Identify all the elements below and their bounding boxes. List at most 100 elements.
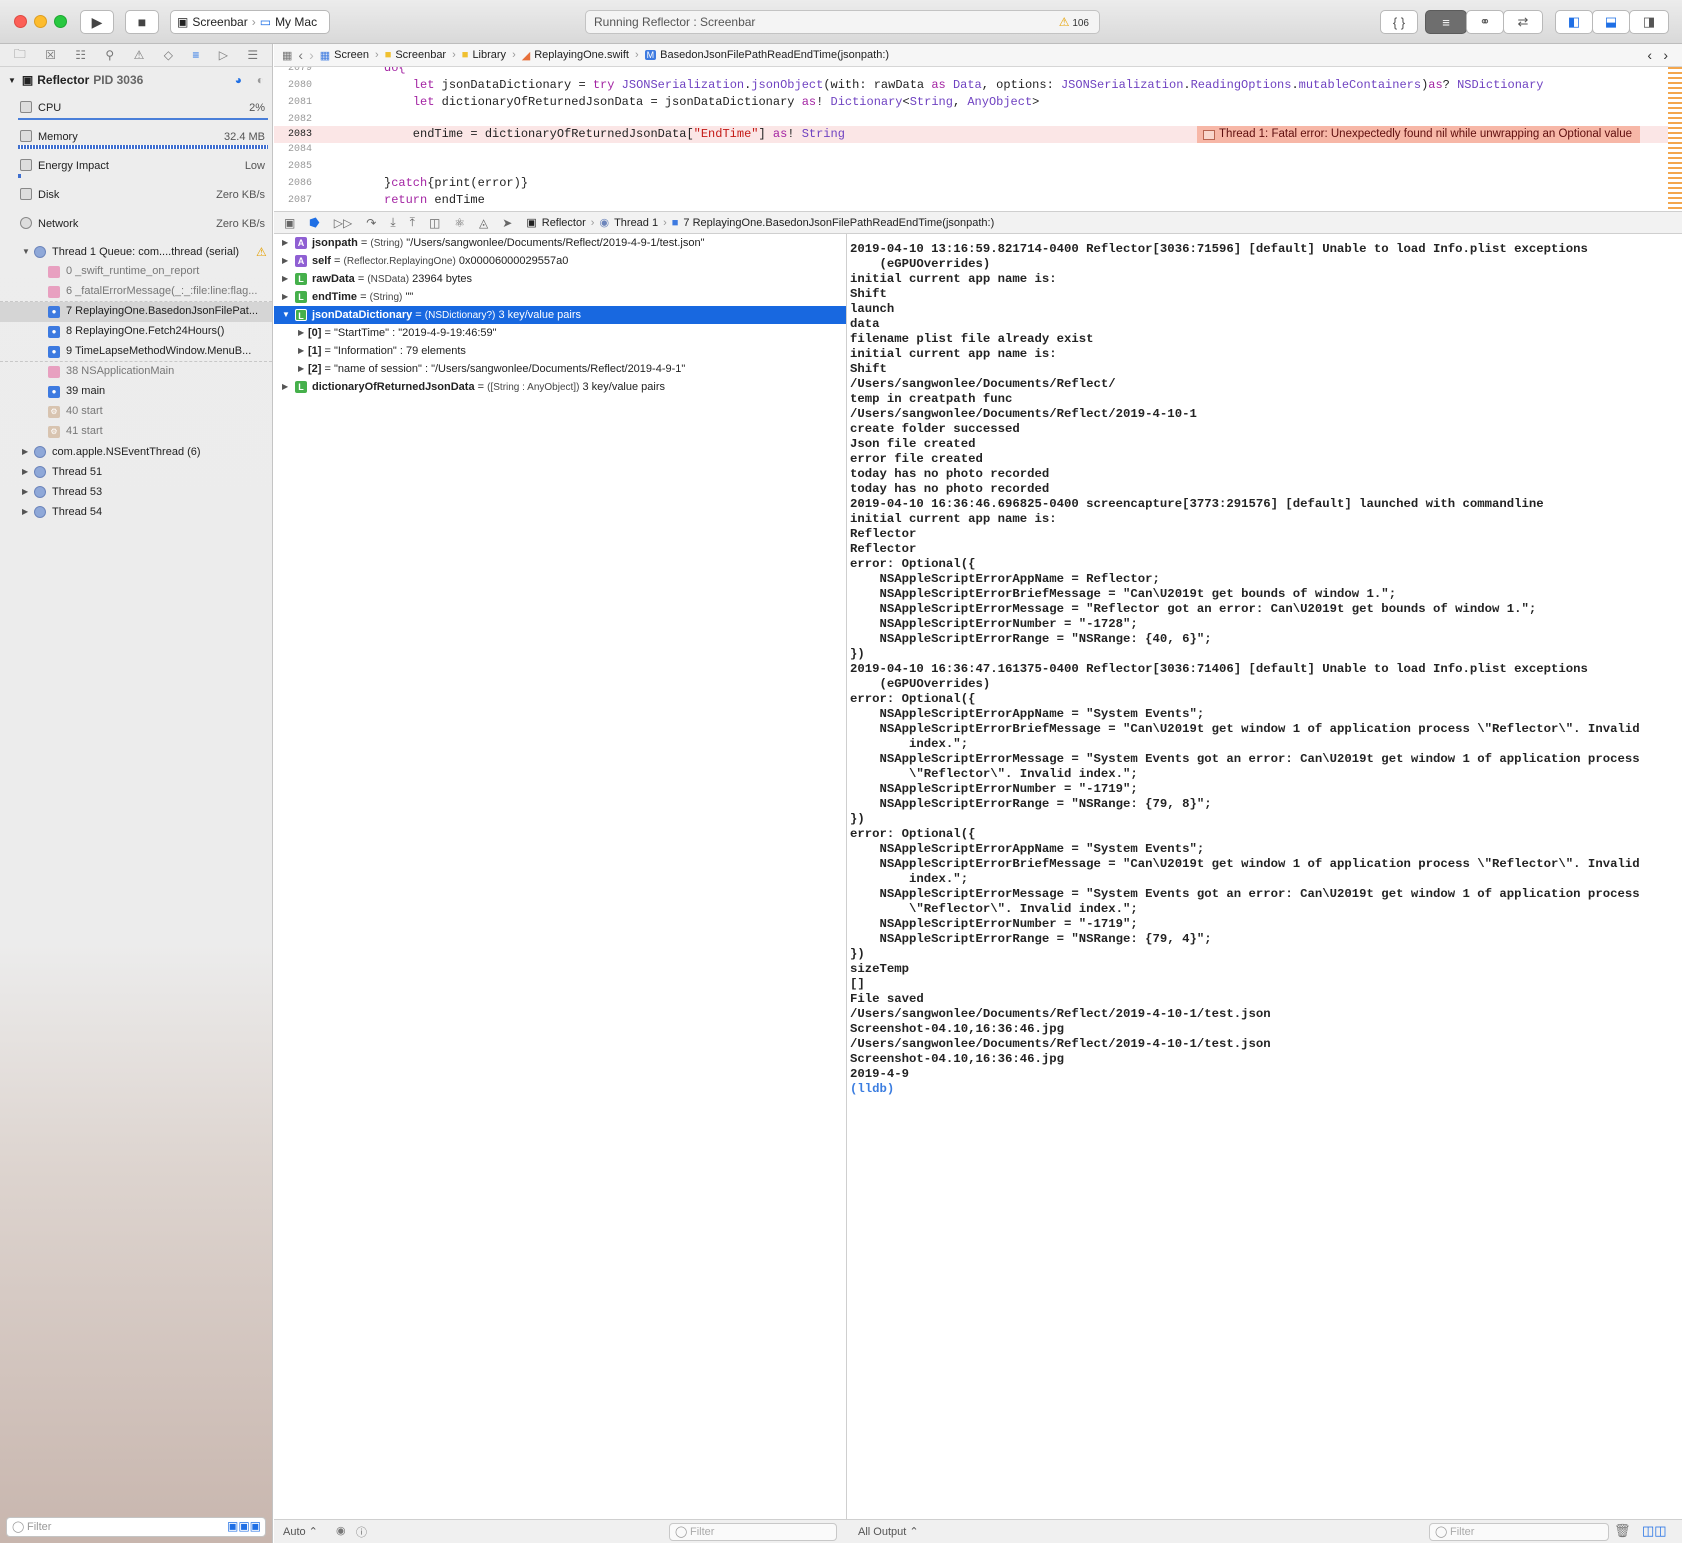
process-row[interactable]: ▼ ▣ Reflector PID 3036 ◕ ◐ bbox=[0, 67, 272, 93]
gauge-network[interactable]: Network Zero KB/s bbox=[0, 209, 272, 238]
disclosure-triangle-icon[interactable]: ▶ bbox=[298, 324, 304, 342]
stack-frame[interactable]: ⚙ 41 start bbox=[0, 422, 272, 442]
disclosure-triangle-icon[interactable]: ▶ bbox=[282, 234, 288, 252]
thread-row[interactable]: ▼ Thread 1 Queue: com....thread (serial)… bbox=[0, 242, 272, 262]
console-output[interactable]: 2019-04-10 13:16:59.821714-0400 Reflecto… bbox=[848, 234, 1682, 1519]
gauge-memory[interactable]: Memory 32.4 MB bbox=[0, 122, 272, 151]
stack-frame[interactable]: ● 8 ReplayingOne.Fetch24Hours() bbox=[0, 322, 272, 342]
continue-icon[interactable]: ▷▷ bbox=[334, 216, 352, 230]
next-issue-icon[interactable]: › bbox=[1663, 47, 1668, 63]
navigator-filter-input[interactable]: ◯ Filter ▣▣▣ bbox=[6, 1517, 266, 1537]
step-into-icon[interactable]: ⤓ bbox=[390, 215, 395, 230]
previous-issue-icon[interactable]: ‹ bbox=[1647, 47, 1652, 63]
hierarchy-icon[interactable]: ☷ bbox=[75, 48, 86, 62]
version-editor-button[interactable]: ⇄ bbox=[1503, 10, 1543, 34]
standard-editor-button[interactable]: ≡ bbox=[1425, 10, 1467, 34]
variable-row[interactable]: ▶ Aself = (Reflector.ReplayingOne) 0x0000… bbox=[274, 252, 846, 270]
toggle-debug-area-button[interactable]: ⬓ bbox=[1592, 10, 1630, 34]
gauge-icon[interactable]: ◕ bbox=[235, 73, 242, 87]
breadcrumb-project[interactable]: ▦ Screen bbox=[320, 49, 369, 62]
eye-icon[interactable]: ◉ bbox=[336, 1524, 346, 1537]
variable-child-row[interactable]: ▶ [0] = "StartTime" : "2019-4-9-19:46:59" bbox=[274, 324, 846, 342]
debug-icon[interactable]: ≡ bbox=[192, 48, 199, 62]
split-pane-icon[interactable]: ◫◫ bbox=[1642, 1523, 1667, 1539]
view-hierarchy-icon[interactable]: ◫ bbox=[429, 216, 440, 230]
variables-filter-input[interactable]: ◯ Filter bbox=[669, 1523, 837, 1541]
breadcrumb-group[interactable]: ■ Library bbox=[462, 49, 506, 61]
disclosure-triangle-icon[interactable]: ▼ bbox=[8, 76, 16, 85]
source-control-icon[interactable]: ☒ bbox=[45, 48, 56, 62]
breadcrumb-folder[interactable]: ■ Screenbar bbox=[385, 49, 446, 61]
disclosure-triangle-icon[interactable]: ▶ bbox=[298, 360, 304, 378]
disclosure-triangle-icon[interactable]: ▶ bbox=[22, 507, 28, 516]
thread-row[interactable]: ▶ com.apple.NSEventThread (6) bbox=[0, 442, 272, 462]
minimize-window-button[interactable] bbox=[34, 15, 47, 28]
variable-row[interactable]: ▶ Ajsonpath = (String) "/Users/sangwonlee… bbox=[274, 234, 846, 252]
breakpoint-icon[interactable]: ▷ bbox=[219, 48, 228, 62]
disclosure-triangle-icon[interactable]: ▶ bbox=[22, 447, 28, 456]
variable-row[interactable]: ▶ LdictionaryOfReturnedJsonData = ([Strin… bbox=[274, 378, 846, 396]
stack-frame[interactable]: 38 NSApplicationMain bbox=[0, 362, 272, 382]
step-out-icon[interactable]: ⤒ bbox=[410, 215, 415, 230]
report-icon[interactable]: ☰ bbox=[247, 48, 258, 62]
scheme-selector[interactable]: ▣ Screenbar › ▭ My Mac bbox=[170, 10, 330, 34]
console-filter-input[interactable]: ◯ Filter bbox=[1429, 1523, 1609, 1541]
info-icon[interactable]: ⓘ bbox=[356, 1524, 367, 1540]
variables-view[interactable]: ▶ Ajsonpath = (String) "/Users/sangwonlee… bbox=[274, 234, 847, 1519]
related-items-icon[interactable]: ▦ bbox=[282, 49, 292, 62]
close-window-button[interactable] bbox=[14, 15, 27, 28]
variables-scope-selector[interactable]: Auto ⌃ bbox=[283, 1525, 318, 1538]
simulate-location-icon[interactable]: ➤ bbox=[502, 216, 512, 230]
breadcrumb-file[interactable]: ◢ ReplayingOne.swift bbox=[522, 49, 629, 62]
thread-row[interactable]: ▶ Thread 51 bbox=[0, 462, 272, 482]
variable-row-selected[interactable]: ▼ LjsonDataDictionary = (NSDictionary?) 3… bbox=[274, 306, 846, 324]
stop-button[interactable]: ■ bbox=[125, 10, 159, 34]
trash-icon[interactable]: 🗑 bbox=[1614, 1523, 1631, 1539]
breakpoints-toggle-icon[interactable]: ⭓ bbox=[309, 216, 319, 230]
disclosure-triangle-icon[interactable]: ▶ bbox=[282, 252, 288, 270]
memory-graph-icon[interactable]: ⚛ bbox=[454, 216, 465, 230]
disclosure-triangle-icon[interactable]: ▶ bbox=[282, 378, 288, 396]
folder-icon[interactable]: 🗀 bbox=[14, 45, 26, 66]
search-icon[interactable]: ⚲ bbox=[105, 48, 114, 62]
gauge-cpu[interactable]: CPU 2% bbox=[0, 93, 272, 122]
assistant-editor-button[interactable]: ⚭ bbox=[1466, 10, 1504, 34]
toggle-inspector-button[interactable]: ◨ bbox=[1629, 10, 1669, 34]
stack-frame-selected[interactable]: ● 7 ReplayingOne.BasedonJsonFilePat... bbox=[0, 302, 272, 322]
thread-row[interactable]: ▶ Thread 53 bbox=[0, 482, 272, 502]
variable-child-row[interactable]: ▶ [2] = "name of session" : "/Users/sangw… bbox=[274, 360, 846, 378]
stack-frame[interactable]: ● 9 TimeLapseMethodWindow.MenuB... bbox=[0, 342, 272, 362]
variable-row[interactable]: ▶ LrawData = (NSData) 23964 bytes bbox=[274, 270, 846, 288]
disclosure-triangle-icon[interactable]: ▶ bbox=[282, 270, 288, 288]
disclosure-triangle-icon[interactable]: ▶ bbox=[22, 487, 28, 496]
thread-row[interactable]: ▶ Thread 54 bbox=[0, 502, 272, 522]
stack-frame[interactable]: 0 _swift_runtime_on_report bbox=[0, 262, 272, 282]
lldb-prompt[interactable]: (lldb) bbox=[850, 1082, 1682, 1097]
back-arrow-icon[interactable]: ‹ bbox=[298, 47, 303, 63]
zoom-window-button[interactable] bbox=[54, 15, 67, 28]
disclosure-triangle-icon[interactable]: ▶ bbox=[298, 342, 304, 360]
disclosure-triangle-icon[interactable]: ▶ bbox=[282, 288, 288, 306]
gauge-energy[interactable]: Energy Impact Low bbox=[0, 151, 272, 180]
warning-badge[interactable]: ⚠ 106 bbox=[1059, 15, 1089, 29]
gauge-disk[interactable]: Disk Zero KB/s bbox=[0, 180, 272, 209]
issue-icon[interactable]: ⚠ bbox=[134, 48, 145, 62]
source-editor[interactable]: 2079 do{ 2080 let jsonDataDictionary = tr… bbox=[274, 67, 1682, 211]
hide-icon[interactable]: ◐ bbox=[257, 73, 264, 87]
environment-overrides-icon[interactable]: ◬ bbox=[479, 216, 488, 230]
step-over-icon[interactable]: ↷ bbox=[366, 216, 376, 230]
issue-scroller[interactable] bbox=[1668, 67, 1682, 211]
variable-child-row[interactable]: ▶ [1] = "Information" : 79 elements bbox=[274, 342, 846, 360]
stack-frame[interactable]: ⚙ 40 start bbox=[0, 402, 272, 422]
disclosure-triangle-icon[interactable]: ▼ bbox=[22, 247, 30, 256]
library-button[interactable]: { } bbox=[1380, 10, 1418, 34]
filter-options-icon[interactable]: ▣▣▣ bbox=[227, 1519, 261, 1533]
disclosure-triangle-icon[interactable]: ▶ bbox=[22, 467, 28, 476]
disclosure-triangle-icon[interactable]: ▼ bbox=[282, 306, 290, 324]
run-button[interactable]: ▶ bbox=[80, 10, 114, 34]
output-selector[interactable]: All Output ⌃ bbox=[858, 1525, 919, 1538]
debug-breadcrumb[interactable]: ▣ Reflector › ◉ Thread 1 › ■ 7 Replaying… bbox=[526, 216, 994, 230]
stack-frame[interactable]: ● 39 main bbox=[0, 382, 272, 402]
forward-arrow-icon[interactable]: › bbox=[309, 47, 314, 63]
breadcrumb-method[interactable]: M BasedonJsonFilePathReadEndTime(jsonpath… bbox=[644, 49, 889, 61]
